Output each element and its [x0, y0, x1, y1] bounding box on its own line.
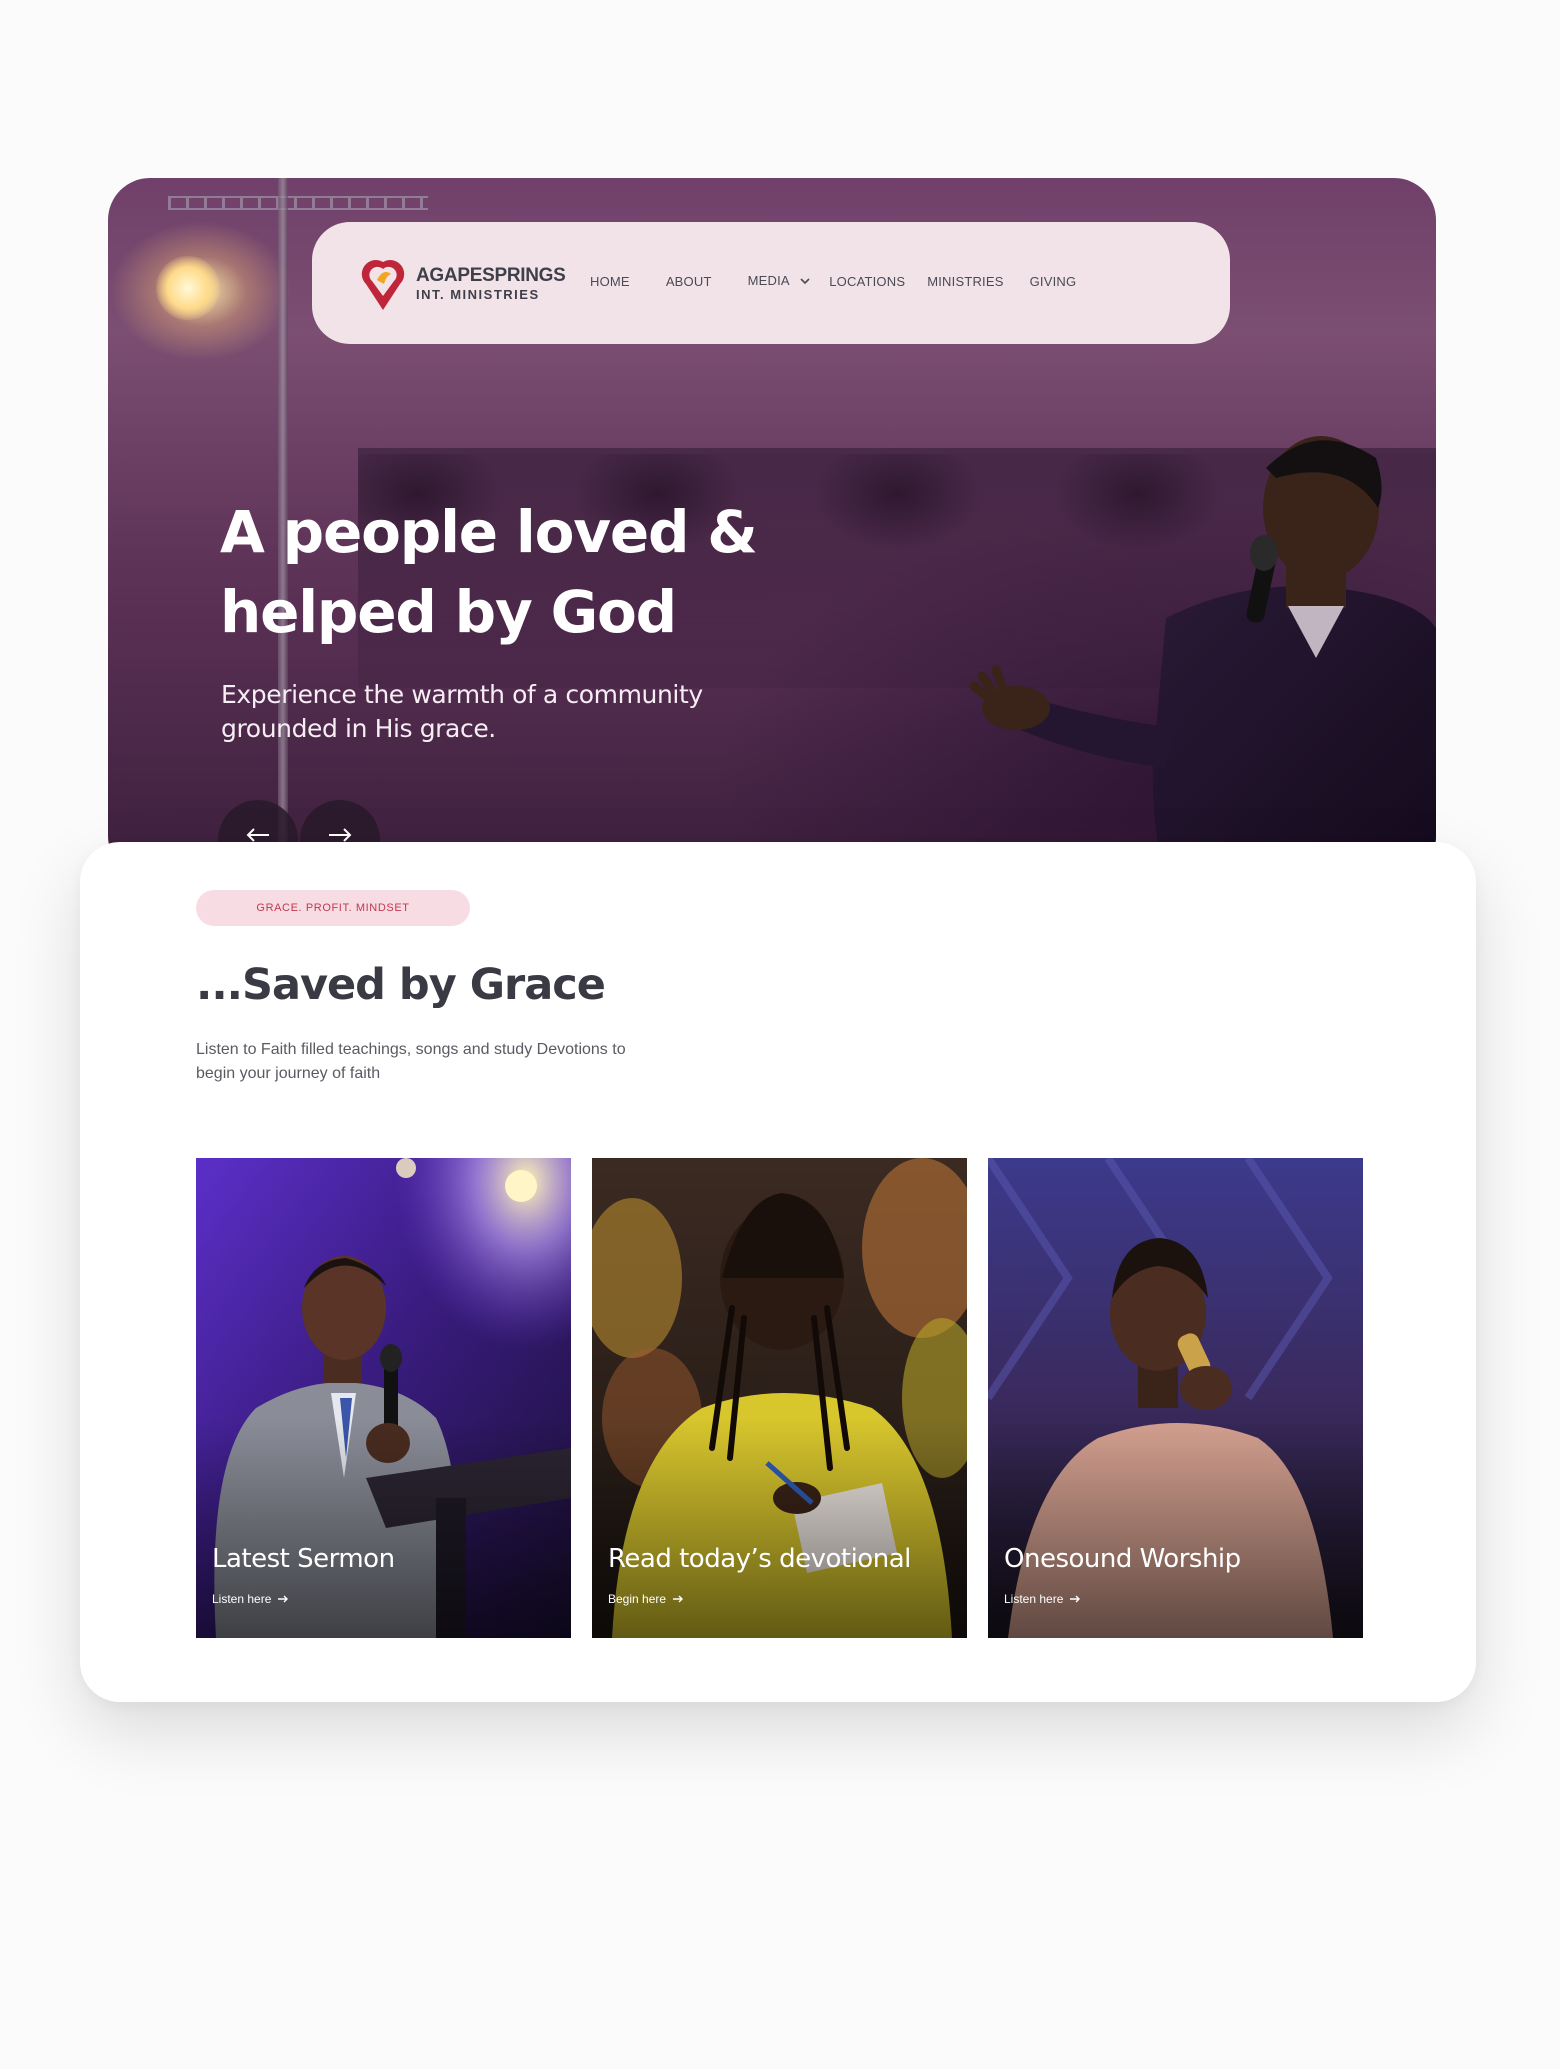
section-title: ...Saved by Grace: [196, 960, 606, 1010]
card-latest-sermon[interactable]: Latest Sermon Listen here: [196, 1158, 571, 1638]
card-title: Latest Sermon: [212, 1544, 395, 1574]
card-link-label: Listen here: [1004, 1592, 1064, 1606]
nav-ministries[interactable]: MINISTRIES: [927, 274, 1003, 289]
content-section: GRACE. PROFIT. MINDSET ...Saved by Grace…: [80, 842, 1476, 1702]
card-link-label: Listen here: [212, 1592, 272, 1606]
arrow-right-icon: [278, 1595, 289, 1603]
arrow-right-icon: [673, 1595, 684, 1603]
logo-title: AGAPESPRINGS: [416, 264, 566, 286]
nav-media-label: MEDIA: [747, 273, 790, 288]
media-cards: Latest Sermon Listen here Read today’s d…: [196, 1158, 1363, 1638]
hero-title-line2: helped by God: [220, 578, 677, 646]
nav-links: HOME ABOUT MEDIA LOCATIONS MINISTRIES GI…: [590, 272, 1076, 290]
card-link[interactable]: Begin here: [608, 1592, 684, 1606]
card-title: Read today’s devotional: [608, 1544, 911, 1574]
preacher-image: [969, 436, 1436, 878]
card-worship[interactable]: Onesound Worship Listen here: [988, 1158, 1363, 1638]
hero-title-line1: A people loved &: [220, 498, 758, 566]
section-description: Listen to Faith filled teachings, songs …: [196, 1041, 626, 1082]
card-title: Onesound Worship: [1004, 1544, 1241, 1574]
stage-light: [156, 256, 220, 320]
top-navbar: AGAPESPRINGS INT. MINISTRIES HOME ABOUT …: [312, 222, 1230, 344]
nav-giving[interactable]: GIVING: [1030, 274, 1077, 289]
card-link[interactable]: Listen here: [1004, 1592, 1081, 1606]
card-devotional[interactable]: Read today’s devotional Begin here: [592, 1158, 967, 1638]
card-link-label: Begin here: [608, 1592, 667, 1606]
card-link[interactable]: Listen here: [212, 1592, 289, 1606]
arrow-right-icon: [1070, 1595, 1081, 1603]
heart-pin-logo-icon: [361, 260, 405, 310]
nav-locations[interactable]: LOCATIONS: [829, 274, 905, 289]
chevron-down-icon: [800, 278, 810, 284]
section-tag: GRACE. PROFIT. MINDSET: [196, 890, 470, 926]
logo-subtitle: INT. MINISTRIES: [416, 286, 540, 302]
hero-subtitle: Experience the warmth of a community gro…: [221, 680, 703, 743]
nav-media[interactable]: MEDIA: [748, 272, 812, 290]
stage-truss: [168, 196, 428, 210]
nav-about[interactable]: ABOUT: [666, 274, 712, 289]
nav-home[interactable]: HOME: [590, 274, 630, 289]
hero-title: A people loved & helped by God: [220, 492, 840, 652]
site-logo[interactable]: AGAPESPRINGS INT. MINISTRIES: [360, 254, 566, 312]
